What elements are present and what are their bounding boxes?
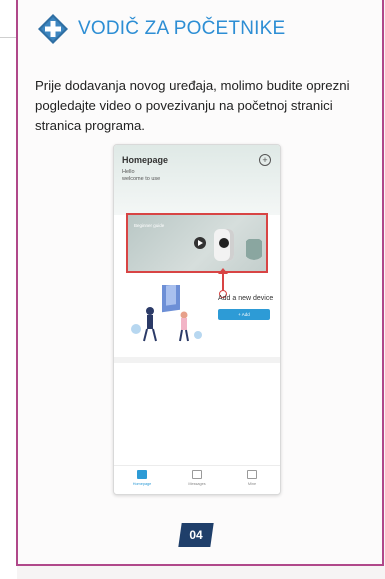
page-number: 04 [189, 528, 203, 542]
nav-item-homepage[interactable]: Homepage [122, 470, 162, 486]
page-title: VODIČ ZA POČETNIKE [78, 18, 286, 39]
pointer-arrow-icon [218, 268, 228, 298]
video-card-highlighted: Beginner guide [126, 213, 268, 273]
message-icon [192, 470, 202, 479]
page-number-badge: 04 [178, 523, 214, 547]
nav-item-mine[interactable]: Mine [232, 470, 272, 486]
nav-item-messages[interactable]: Messages [177, 470, 217, 486]
section-header: VODIČ ZA POČETNIKE [36, 12, 285, 46]
play-icon [194, 237, 206, 249]
add-icon: + [259, 154, 271, 166]
left-margin-panel [0, 0, 17, 579]
left-divider [0, 37, 17, 38]
phone-screenshot: Homepage + Hello welcome to use Beginner… [113, 144, 281, 495]
phone-bottom-nav: Homepage Messages Mine [114, 465, 280, 494]
home-icon [137, 470, 147, 479]
nav-label: Messages [188, 482, 206, 486]
greeting-line-2: welcome to use [122, 176, 161, 182]
intro-paragraph: Prije dodavanja novog uređaja, molimo bu… [35, 78, 350, 133]
add-device-button[interactable]: + Add [218, 309, 270, 320]
nav-label: Mine [247, 482, 257, 486]
user-icon [247, 470, 257, 479]
greeting-line-1: Hello [122, 169, 135, 175]
plus-diamond-icon [38, 14, 68, 44]
phone-greeting: Hello welcome to use [122, 169, 160, 183]
plant-decoration [246, 239, 262, 267]
camera-icon [214, 229, 234, 261]
video-label: Beginner guide [134, 223, 165, 228]
phone-section-divider [114, 357, 280, 363]
add-device-illustration [131, 285, 202, 342]
nav-label: Homepage [132, 482, 152, 486]
add-device-text: Add a new device [218, 295, 274, 302]
phone-title: Homepage [122, 155, 169, 165]
